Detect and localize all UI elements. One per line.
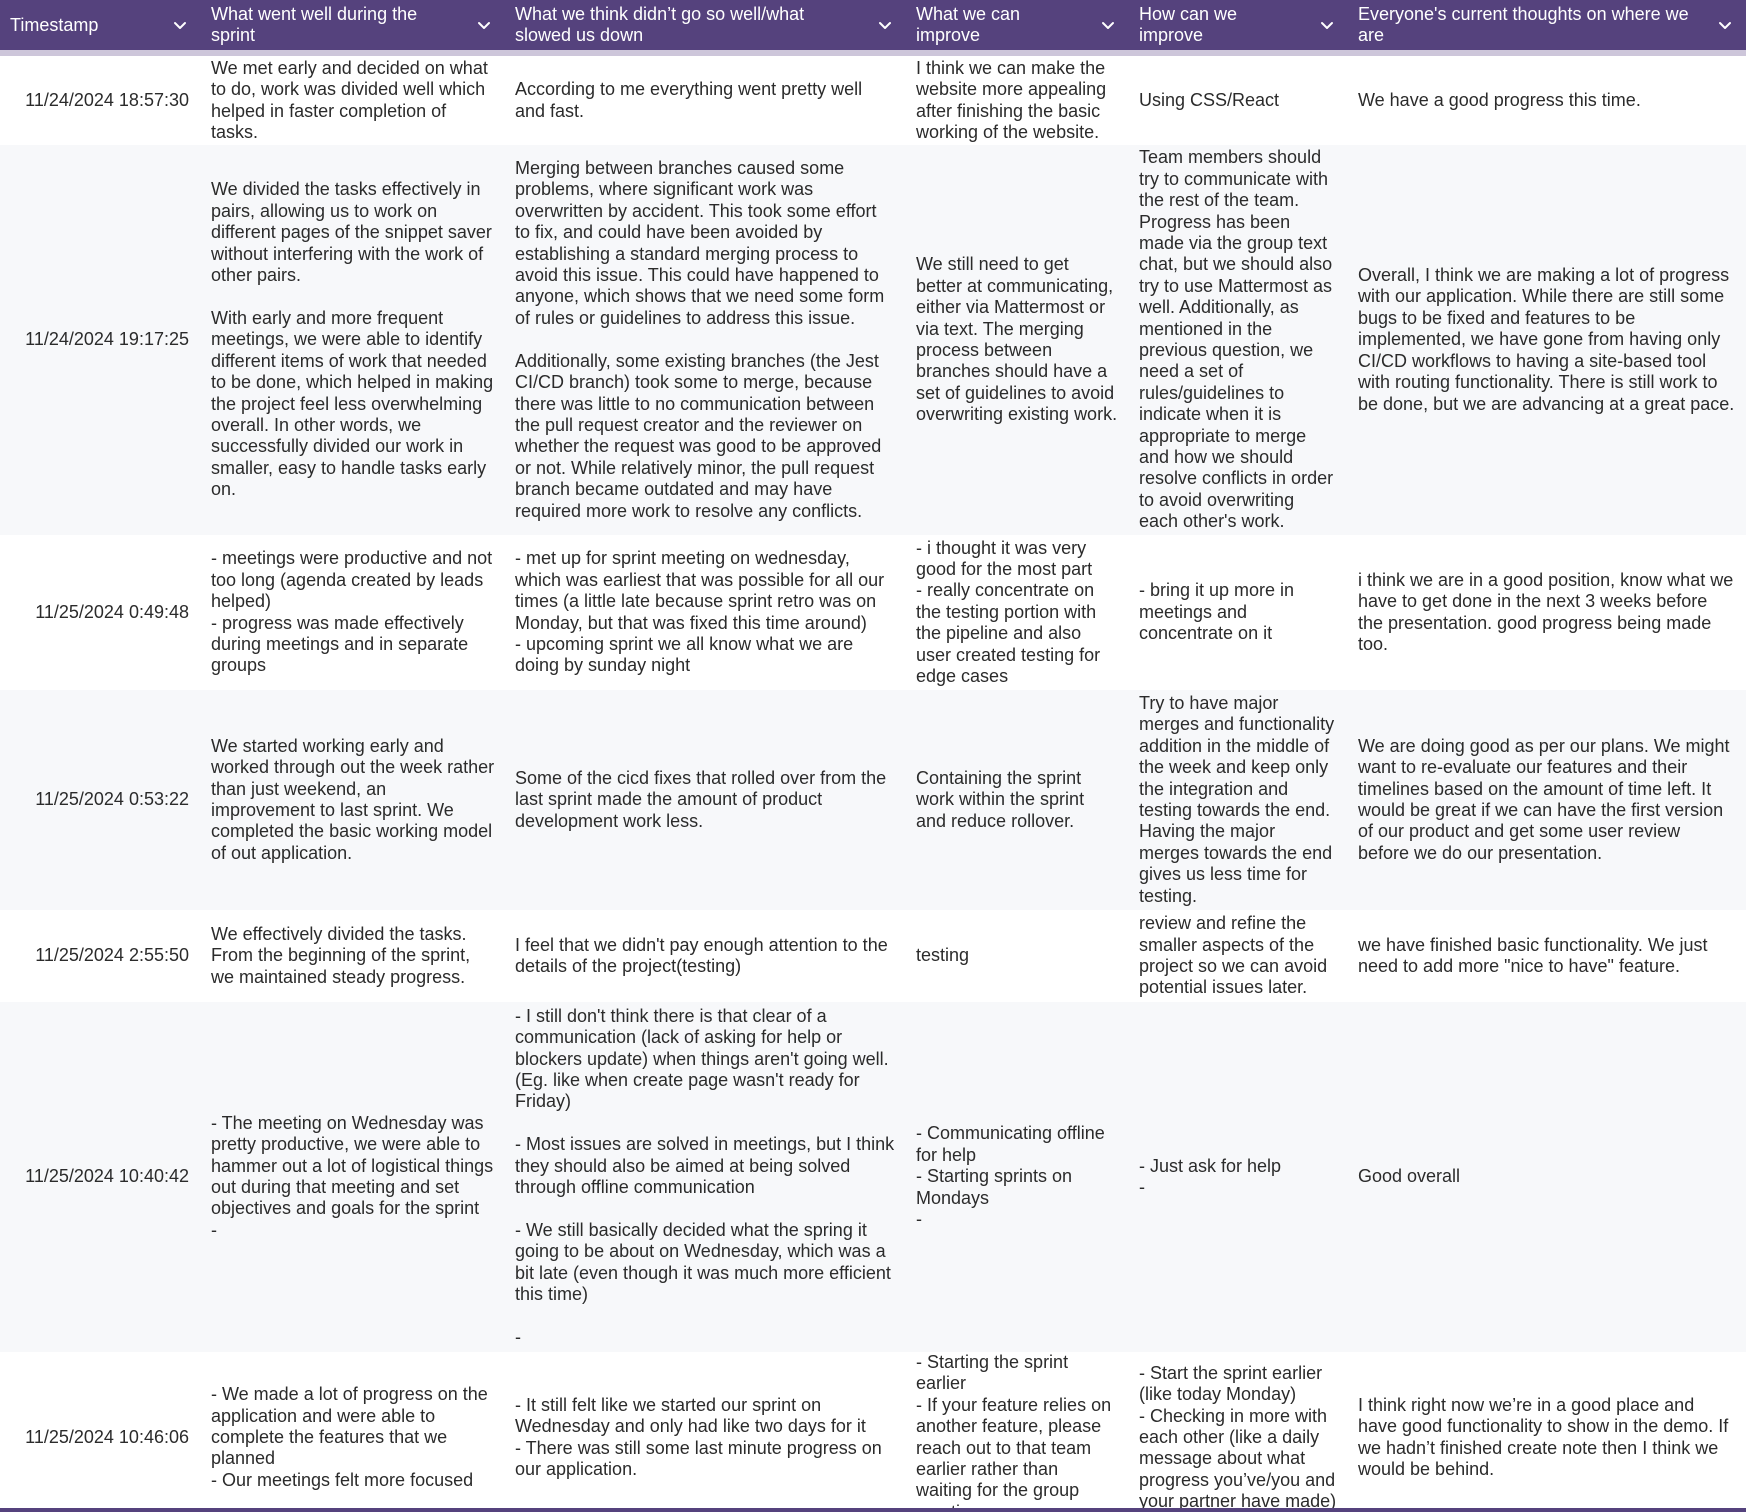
cell-went-well[interactable]: We divided the tasks effectively in pair… [201,145,505,535]
column-header-timestamp[interactable]: Timestamp [0,0,201,56]
table-row[interactable]: 11/25/2024 10:46:06 - We made a lot of p… [0,1352,1746,1512]
cell-thoughts[interactable]: i think we are in a good position, know … [1348,535,1746,690]
column-header-label: Timestamp [10,14,99,35]
cell-thoughts[interactable]: Good overall [1348,1002,1746,1352]
cell-can-improve[interactable]: - i thought it was very good for the mos… [906,535,1129,690]
chevron-down-icon[interactable] [876,16,894,34]
cell-timestamp[interactable]: 11/25/2024 10:40:42 [0,1002,201,1352]
table-row[interactable]: 11/25/2024 2:55:50 We effectively divide… [0,910,1746,1002]
cell-can-improve[interactable]: I think we can make the website more app… [906,53,1129,145]
cell-timestamp[interactable]: 11/24/2024 19:17:25 [0,145,201,535]
column-header-didnt-go-well[interactable]: What we think didn’t go so well/what slo… [505,0,906,56]
table-row[interactable]: 11/24/2024 19:17:25 We divided the tasks… [0,145,1746,535]
table-row[interactable]: 11/25/2024 0:53:22 We started working ea… [0,690,1746,910]
cell-how-improve[interactable]: review and refine the smaller aspects of… [1129,910,1348,1002]
cell-can-improve[interactable]: testing [906,910,1129,1002]
chevron-down-icon[interactable] [1099,16,1117,34]
cell-didnt-go-well[interactable]: - It still felt like we started our spri… [505,1352,906,1512]
header-row: Timestamp What went well during the spri… [0,0,1746,56]
column-header-label: How can we improve [1139,4,1238,45]
cell-timestamp[interactable]: 11/25/2024 0:53:22 [0,690,201,910]
column-header-label: What we think didn’t go so well/what slo… [515,4,805,45]
cell-went-well[interactable]: - meetings were productive and not too l… [201,535,505,690]
column-header-can-improve[interactable]: What we can improve [906,0,1129,56]
cell-went-well[interactable]: We effectively divided the tasks. From t… [201,910,505,1002]
cell-went-well[interactable]: - We made a lot of progress on the appli… [201,1352,505,1512]
cell-timestamp[interactable]: 11/25/2024 10:46:06 [0,1352,201,1512]
cell-didnt-go-well[interactable]: Merging between branches caused some pro… [505,145,906,535]
column-header-label: What went well during the sprint [211,4,418,45]
cell-didnt-go-well[interactable]: - met up for sprint meeting on wednesday… [505,535,906,690]
cell-went-well[interactable]: - The meeting on Wednesday was pretty pr… [201,1002,505,1352]
cell-went-well[interactable]: We started working early and worked thro… [201,690,505,910]
cell-can-improve[interactable]: - Communicating offline for help - Start… [906,1002,1129,1352]
cell-timestamp[interactable]: 11/25/2024 0:49:48 [0,535,201,690]
table-row[interactable]: 11/24/2024 18:57:30 We met early and dec… [0,53,1746,145]
column-header-how-improve[interactable]: How can we improve [1129,0,1348,56]
bottom-divider [0,1508,1746,1512]
cell-can-improve[interactable]: We still need to get better at communica… [906,145,1129,535]
cell-thoughts[interactable]: we have finished basic functionality. We… [1348,910,1746,1002]
cell-thoughts[interactable]: I think right now we’re in a good place … [1348,1352,1746,1512]
responses-table: Timestamp What went well during the spri… [0,0,1746,1512]
response-sheet: { "colors": {"header_bg": "#55427d", "he… [0,0,1746,1512]
cell-didnt-go-well[interactable]: Some of the cicd fixes that rolled over … [505,690,906,910]
cell-can-improve[interactable]: - Starting the sprint earlier - If your … [906,1352,1129,1512]
cell-how-improve[interactable]: - bring it up more in meetings and conce… [1129,535,1348,690]
cell-how-improve[interactable]: - Just ask for help - [1129,1002,1348,1352]
cell-didnt-go-well[interactable]: - I still don't think there is that clea… [505,1002,906,1352]
cell-timestamp[interactable]: 11/24/2024 18:57:30 [0,53,201,145]
cell-how-improve[interactable]: Try to have major merges and functionali… [1129,690,1348,910]
table-row[interactable]: 11/25/2024 0:49:48 - meetings were produ… [0,535,1746,690]
cell-thoughts[interactable]: We have a good progress this time. [1348,53,1746,145]
chevron-down-icon[interactable] [171,16,189,34]
cell-thoughts[interactable]: We are doing good as per our plans. We m… [1348,690,1746,910]
chevron-down-icon[interactable] [1318,16,1336,34]
column-header-label: What we can improve [916,4,1021,45]
chevron-down-icon[interactable] [1716,16,1734,34]
cell-how-improve[interactable]: Team members should try to communicate w… [1129,145,1348,535]
cell-didnt-go-well[interactable]: I feel that we didn't pay enough attenti… [505,910,906,1002]
chevron-down-icon[interactable] [475,16,493,34]
cell-didnt-go-well[interactable]: According to me everything went pretty w… [505,53,906,145]
cell-thoughts[interactable]: Overall, I think we are making a lot of … [1348,145,1746,535]
column-header-label: Everyone's current thoughts on where we … [1358,4,1689,45]
cell-can-improve[interactable]: Containing the sprint work within the sp… [906,690,1129,910]
cell-timestamp[interactable]: 11/25/2024 2:55:50 [0,910,201,1002]
table-row[interactable]: 11/25/2024 10:40:42 - The meeting on Wed… [0,1002,1746,1352]
cell-how-improve[interactable]: Using CSS/React [1129,53,1348,145]
cell-went-well[interactable]: We met early and decided on what to do, … [201,53,505,145]
column-header-thoughts[interactable]: Everyone's current thoughts on where we … [1348,0,1746,56]
column-header-went-well[interactable]: What went well during the sprint [201,0,505,56]
cell-how-improve[interactable]: - Start the sprint earlier (like today M… [1129,1352,1348,1512]
